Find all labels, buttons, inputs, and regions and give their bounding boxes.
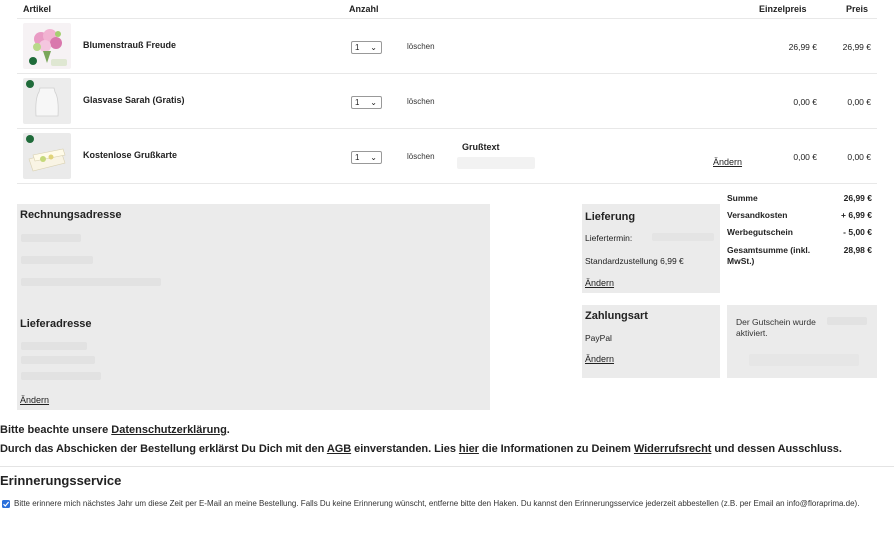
change-delivery-link[interactable]: Ändern [585, 278, 614, 288]
delivery-address-title: Lieferadresse [20, 318, 92, 330]
line-price: 26,99 € [842, 42, 871, 52]
privacy-prefix: Bitte beachte unsere [0, 424, 112, 436]
summary-value-total: 28,98 € [843, 245, 872, 255]
delivery-date-label: Liefertermin: [585, 233, 633, 243]
voucher-message: Der Gutschein wurde aktiviert. [736, 317, 816, 338]
delivery-date-value [652, 233, 714, 241]
summary-value: 26,99 € [843, 193, 872, 203]
withdrawal-right-link[interactable]: Widerrufsrecht [634, 443, 712, 455]
summary-label: Werbegutschein [727, 227, 793, 237]
privacy-policy-link[interactable]: Datenschutzerklärung [111, 424, 227, 436]
reminder-checkbox[interactable] [2, 500, 10, 508]
privacy-notice: Bitte beachte unsere Datenschutzerklärun… [0, 424, 230, 436]
check-icon [3, 501, 10, 507]
product-image-card[interactable] [23, 133, 71, 179]
unit-price: 0,00 € [793, 152, 817, 162]
billing-address-line [21, 234, 81, 242]
unit-price: 26,99 € [788, 42, 817, 52]
voucher-box: Der Gutschein wurde aktiviert. [727, 305, 877, 378]
line-price: 0,00 € [847, 152, 871, 162]
terms-notice: Durch das Abschicken der Bestellung erkl… [0, 443, 842, 455]
table-row: Glasvase Sarah (Gratis) 1 ⌄ löschen 0,00 … [17, 74, 877, 129]
delivery-title: Lieferung [585, 211, 636, 223]
summary-label: Versandkosten [727, 210, 788, 220]
chevron-down-icon: ⌄ [370, 153, 377, 162]
change-address-link[interactable]: Ändern [20, 395, 49, 405]
terms-text-2: einverstanden. Lies [351, 443, 459, 455]
agb-link[interactable]: AGB [327, 443, 351, 455]
summary-label: Summe [727, 193, 758, 203]
summary-label-total: Gesamtsumme (inkl. MwSt.) [727, 245, 811, 266]
unit-price: 0,00 € [793, 97, 817, 107]
terms-text-1: Durch das Abschicken der Bestellung erkl… [0, 443, 327, 455]
terms-text-4: und dessen Ausschluss. [711, 443, 842, 455]
header-article: Artikel [23, 4, 52, 14]
delivery-address-line [21, 372, 101, 380]
billing-address-line [21, 256, 93, 264]
quantity-value: 1 [355, 98, 360, 107]
terms-text-3: die Informationen zu Deinem [478, 443, 634, 455]
reminder-text: Bitte erinnere mich nächstes Jahr um die… [14, 499, 860, 508]
table-row: Blumenstrauß Freude 1 ⌄ löschen 26,99 € 2… [17, 19, 877, 74]
product-image-vase[interactable] [23, 78, 71, 124]
product-image-bouquet[interactable] [23, 23, 71, 69]
quantity-value: 1 [355, 43, 360, 52]
hier-link[interactable]: hier [459, 443, 479, 455]
greeting-label: Grußtext [462, 142, 500, 152]
delivery-address-line [21, 342, 87, 350]
billing-address-title: Rechnungsadresse [20, 209, 122, 221]
chevron-down-icon: ⌄ [370, 43, 377, 52]
header-unit-price: Einzelpreis [759, 4, 807, 14]
line-price: 0,00 € [847, 97, 871, 107]
summary-value: - 5,00 € [843, 227, 872, 237]
voucher-code [827, 317, 867, 325]
quantity-select[interactable]: 1 ⌄ [351, 41, 382, 54]
delete-link[interactable]: löschen [407, 97, 435, 106]
product-name[interactable]: Blumenstrauß Freude [83, 40, 176, 50]
table-row: Kostenlose Grußkarte 1 ⌄ löschen Grußtext… [17, 129, 877, 184]
change-greeting-link[interactable]: Ändern [713, 157, 742, 167]
address-box: Rechnungsadresse Lieferadresse Ändern [17, 204, 490, 410]
header-quantity: Anzahl [349, 4, 379, 14]
product-name[interactable]: Kostenlose Grußkarte [83, 150, 177, 160]
privacy-suffix: . [226, 424, 230, 436]
payment-title: Zahlungsart [585, 310, 648, 322]
product-name[interactable]: Glasvase Sarah (Gratis) [83, 95, 185, 105]
delete-link[interactable]: löschen [407, 42, 435, 51]
delete-link[interactable]: löschen [407, 152, 435, 161]
remove-voucher-button[interactable] [749, 354, 859, 366]
billing-address-line [21, 278, 161, 286]
delivery-address-line [21, 356, 95, 364]
header-price: Preis [846, 4, 869, 14]
payment-box: Zahlungsart PayPal Ändern [582, 305, 720, 378]
payment-method: PayPal [585, 333, 612, 343]
section-divider [0, 466, 894, 467]
delivery-method: Standardzustellung 6,99 € [585, 256, 684, 266]
change-payment-link[interactable]: Ändern [585, 354, 614, 364]
chevron-down-icon: ⌄ [370, 98, 377, 107]
quantity-select[interactable]: 1 ⌄ [351, 96, 382, 109]
quantity-value: 1 [355, 153, 360, 162]
delivery-box: Lieferung Liefertermin: Standardzustellu… [582, 204, 720, 293]
summary-value: + 6,99 € [841, 210, 872, 220]
quantity-select[interactable]: 1 ⌄ [351, 151, 382, 164]
reminder-title: Erinnerungsservice [0, 473, 122, 488]
greeting-text-placeholder [457, 157, 535, 169]
